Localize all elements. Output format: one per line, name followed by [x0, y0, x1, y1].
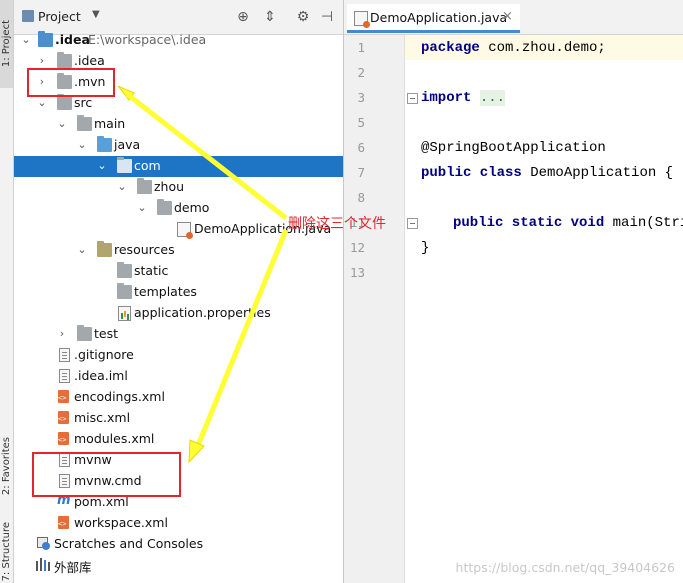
watermark: https://blog.csdn.net/qq_39404626 — [455, 560, 675, 575]
arrow-head-mvnw — [188, 439, 205, 464]
arrow-shaft-mvnw — [194, 229, 289, 449]
arrow-shaft-mvn — [125, 92, 288, 220]
annotation-arrows — [117, 85, 289, 464]
